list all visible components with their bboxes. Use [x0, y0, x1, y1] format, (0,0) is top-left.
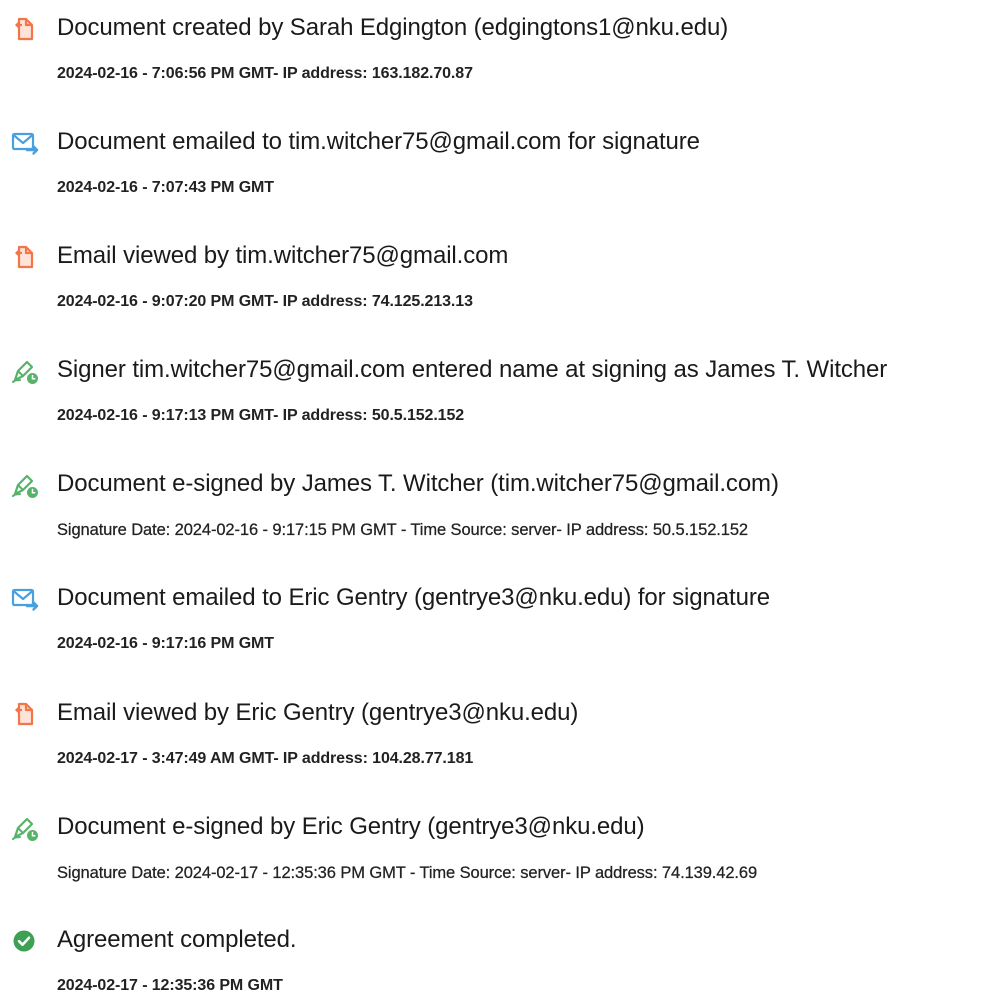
- event-timestamp: 2024-02-17 - 12:35:36 PM GMT: [57, 977, 283, 994]
- event-title: Email viewed by tim.witcher75@gmail.com: [57, 242, 509, 269]
- email-icon: [10, 584, 40, 614]
- audit-event-document-emailed: Document emailed to Eric Gentry (gentrye…: [0, 580, 995, 660]
- event-signature-details: Signature Date: 2024-02-16 - 9:17:15 PM …: [57, 521, 748, 539]
- event-signature-details: Signature Date: 2024-02-17 - 12:35:36 PM…: [57, 864, 758, 882]
- audit-event-document-e-signed: Document e-signed by Eric Gentry (gentry…: [0, 809, 995, 889]
- checkmark-icon: [10, 926, 40, 956]
- event-title: Signer tim.witcher75@gmail.com entered n…: [57, 356, 888, 383]
- audit-event-email-viewed: Email viewed by Eric Gentry (gentrye3@nk…: [0, 695, 995, 775]
- audit-event-document-created: Document created by Sarah Edgington (edg…: [0, 10, 995, 90]
- signature-icon: [10, 813, 40, 843]
- event-timestamp: 2024-02-16 - 9:17:13 PM GMT- IP address:…: [57, 407, 465, 424]
- audit-event-signer-entered-name: Signer tim.witcher75@gmail.com entered n…: [0, 352, 995, 432]
- event-title: Document e-signed by Eric Gentry (gentry…: [57, 813, 645, 840]
- event-title: Agreement completed.: [57, 926, 297, 953]
- event-title: Document e-signed by James T. Witcher (t…: [57, 470, 779, 497]
- document-icon: [10, 14, 40, 44]
- event-timestamp: 2024-02-16 - 7:07:43 PM GMT: [57, 179, 274, 196]
- event-title: Document emailed to Eric Gentry (gentrye…: [57, 584, 770, 611]
- audit-event-agreement-completed: Agreement completed. 2024-02-17 - 12:35:…: [0, 922, 995, 1002]
- audit-event-email-viewed: Email viewed by tim.witcher75@gmail.com …: [0, 238, 995, 318]
- event-timestamp: 2024-02-16 - 9:17:16 PM GMT: [57, 635, 274, 652]
- event-timestamp: 2024-02-17 - 3:47:49 AM GMT- IP address:…: [57, 750, 474, 767]
- signature-icon: [10, 356, 40, 386]
- event-timestamp: 2024-02-16 - 9:07:20 PM GMT- IP address:…: [57, 293, 473, 310]
- signature-icon: [10, 470, 40, 500]
- audit-event-document-emailed: Document emailed to tim.witcher75@gmail.…: [0, 124, 995, 204]
- event-title: Email viewed by Eric Gentry (gentrye3@nk…: [57, 699, 579, 726]
- email-icon: [10, 128, 40, 158]
- document-icon: [10, 699, 40, 729]
- audit-event-document-e-signed: Document e-signed by James T. Witcher (t…: [0, 466, 995, 546]
- event-timestamp: 2024-02-16 - 7:06:56 PM GMT- IP address:…: [57, 65, 473, 82]
- document-icon: [10, 242, 40, 272]
- audit-event-list: Document created by Sarah Edgington (edg…: [0, 0, 995, 994]
- event-title: Document created by Sarah Edgington (edg…: [57, 14, 729, 41]
- event-title: Document emailed to tim.witcher75@gmail.…: [57, 128, 700, 155]
